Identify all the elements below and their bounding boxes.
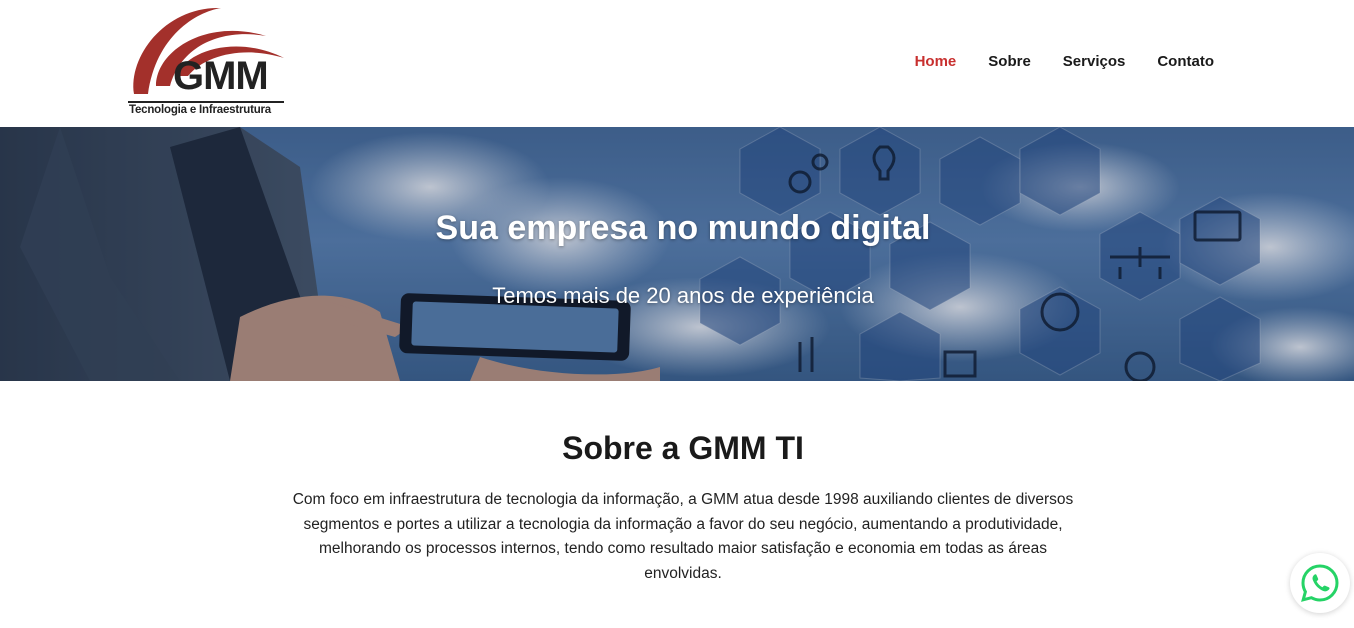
site-header: GMM Tecnologia e Infraestrutura Home Sob… (0, 0, 1354, 127)
logo[interactable]: GMM Tecnologia e Infraestrutura (126, 6, 288, 120)
hero-subtitle: Temos mais de 20 anos de experiência (492, 283, 874, 308)
nav-contato[interactable]: Contato (1157, 52, 1214, 72)
hero-title: Sua empresa no mundo digital (435, 209, 931, 247)
main-nav: Home Sobre Serviços Contato (883, 52, 1214, 72)
nav-servicos[interactable]: Serviços (1063, 52, 1126, 72)
logo-text: GMM (173, 54, 269, 98)
logo-divider (128, 101, 284, 103)
nav-sobre[interactable]: Sobre (988, 52, 1031, 72)
whatsapp-button[interactable] (1290, 553, 1350, 613)
hero-overlay (0, 127, 1354, 381)
about-title: Sobre a GMM TI (562, 430, 804, 466)
whatsapp-icon (1301, 564, 1339, 602)
about-text: Com foco em infraestrutura de tecnologia… (292, 491, 1074, 582)
hero-banner: Sua empresa no mundo digital Temos mais … (0, 127, 1354, 381)
logo-tagline: Tecnologia e Infraestrutura (129, 104, 271, 116)
nav-home[interactable]: Home (915, 52, 957, 72)
